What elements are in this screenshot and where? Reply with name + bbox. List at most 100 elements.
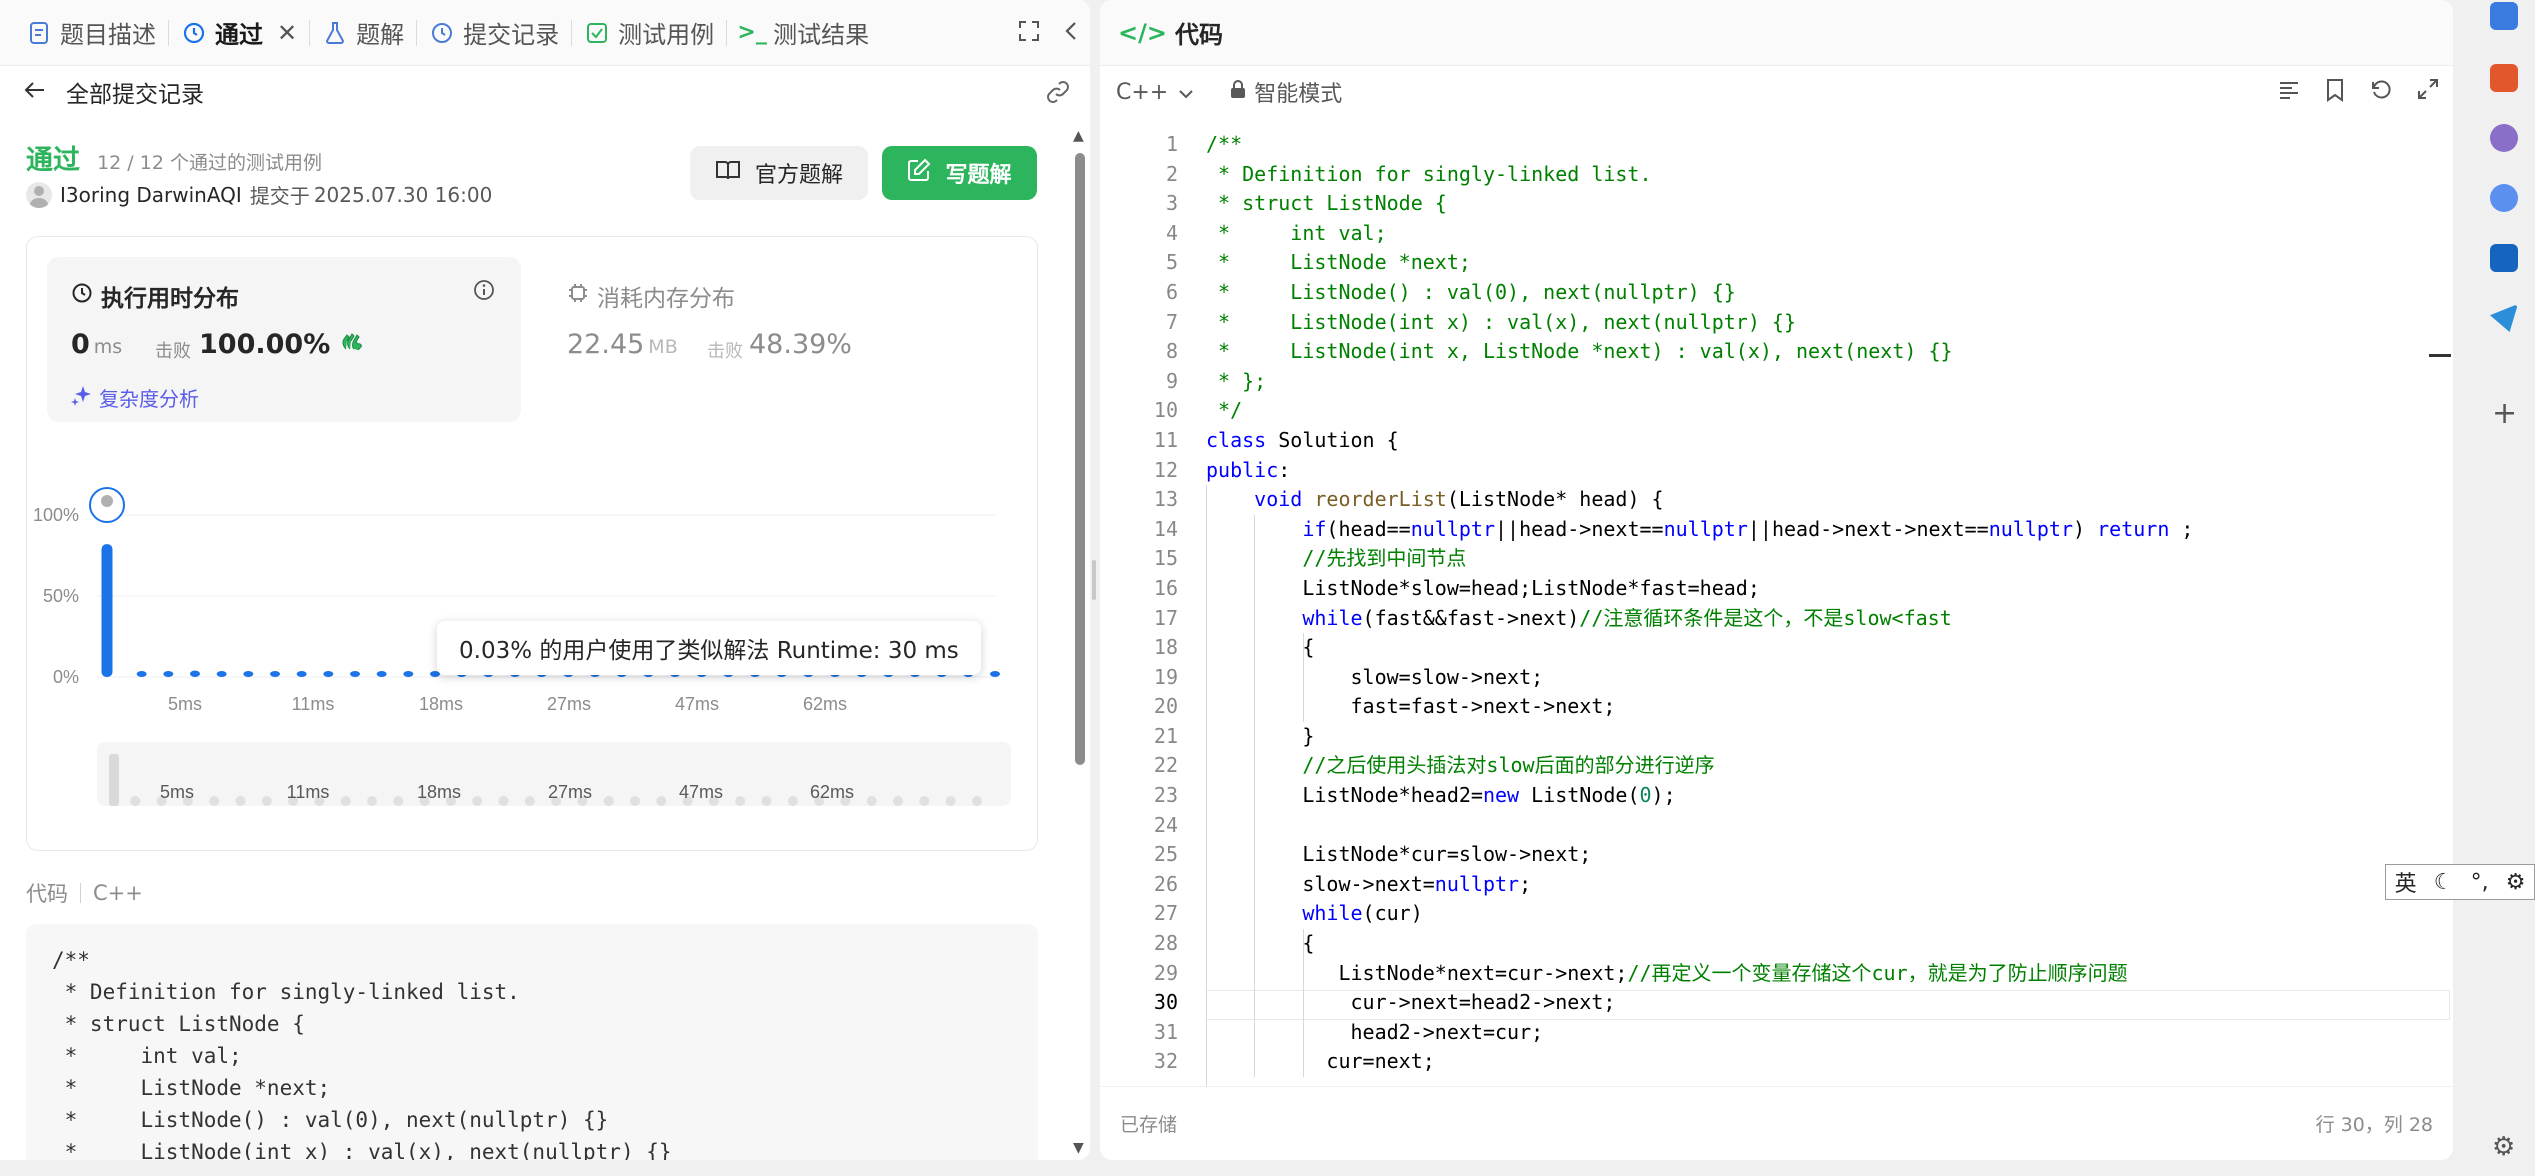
code-line[interactable]: ListNode*head2=new ListNode(0); [1206,781,2193,811]
code-line[interactable]: while(fast&&fast->next)//注意循环条件是这个，不是slo… [1206,604,2193,634]
tab-testcases[interactable]: 测试用例 [572,0,726,66]
code-line[interactable]: * ListNode *next; [1206,248,2193,278]
code-line[interactable]: class Solution { [1206,426,2193,456]
tab-submissions[interactable]: 提交记录 [417,0,571,66]
code-editor[interactable]: 1 2 3 4 5 6 7 8 9 10 11 12 13 14 15 16 17 18 19 20 21 22 23 24 2… [1100,118,2453,1086]
code-line[interactable]: * int val; [1206,219,2193,249]
code-line[interactable]: * struct ListNode { [1206,189,2193,219]
complexity-analysis-link[interactable]: 复杂度分析 [71,383,199,412]
code-line[interactable]: fast=fast->next->next; [1206,692,2193,722]
chart-navigator-handle [109,754,119,806]
gear-icon[interactable]: ⚙ [2506,870,2526,895]
clap-icon [340,329,364,360]
code-line[interactable]: /** [1206,130,2193,160]
toolbox-icon[interactable] [2490,64,2518,92]
line-number: 22 [1153,753,1178,778]
panel-resize-handle[interactable] [1092,560,1096,600]
ime-toolbar[interactable]: 英 ☾ °, ⚙ [2385,864,2535,900]
code-line[interactable]: * ListNode(int x, ListNode *next) : val(… [1206,337,2193,367]
code-line[interactable]: if(head==nullptr||head->next==nullptr||h… [1206,515,2193,545]
smart-mode-toggle[interactable]: 智能模式 [1230,76,1342,108]
code-line[interactable]: while(cur) [1206,899,2193,929]
left-tab-bar: 题目描述 通过 ✕ 题解 提交记录 测试用例 >_ 测试结果 [0,0,1090,66]
people-icon[interactable] [2490,124,2518,152]
code-line[interactable]: } [1206,722,2193,752]
info-icon[interactable] [473,279,495,305]
code-line[interactable]: ListNode*next=cur->next;//再定义一个变量存储这个cur… [1206,959,2193,989]
line-number: 28 [1153,931,1178,956]
code-line[interactable]: ListNode*cur=slow->next; [1206,840,2193,870]
editor-title[interactable]: 代码 [1175,15,1223,50]
all-submissions-link[interactable]: 全部提交记录 [66,75,204,109]
scrollbar-thumb[interactable] [1075,153,1085,765]
chart-navigator-bar [919,796,930,806]
code-line[interactable]: cur=next; [1206,1047,2193,1077]
chart-bar [403,671,414,677]
code-text[interactable]: /** * Definition for singly-linked list.… [1206,130,2193,1077]
outlook-icon[interactable] [2490,244,2518,272]
chart-bar [216,671,227,677]
code-line[interactable]: { [1206,633,2193,663]
author-name[interactable]: I3oring DarwinAQI [60,183,242,207]
send-icon[interactable] [2490,304,2518,332]
submitted-code-preview[interactable]: /** * Definition for singly-linked list.… [26,924,1038,1160]
back-row[interactable]: 全部提交记录 [0,66,1090,118]
clock-icon [71,282,93,310]
write-solution-button[interactable]: 写题解 [882,146,1037,200]
code-line[interactable] [1206,811,2193,841]
close-icon[interactable]: ✕ [277,19,297,47]
line-number: 17 [1153,605,1178,630]
tab-accepted[interactable]: 通过 ✕ [169,0,309,66]
copilot-icon[interactable] [2490,184,2518,212]
chart-bar [270,671,280,677]
line-number: 21 [1153,723,1178,748]
code-line[interactable]: //之后使用头插法对slow后面的部分进行逆序 [1206,751,2193,781]
official-solution-button[interactable]: 官方题解 [690,146,868,200]
sparkle-icon [71,384,93,411]
format-icon[interactable] [2277,78,2301,108]
memory-unit: MB [648,336,678,358]
line-number: 19 [1153,664,1178,689]
settings-icon[interactable]: ⚙ [2492,1132,2515,1162]
tab-solutions[interactable]: 题解 [310,0,416,66]
code-line[interactable]: slow=slow->next; [1206,663,2193,693]
ime-language[interactable]: 英 [2395,866,2417,898]
arrow-left-icon[interactable] [24,79,46,105]
tag-icon[interactable] [2490,2,2518,30]
moon-icon[interactable]: ☾ [2434,870,2454,895]
code-line[interactable]: cur->next=head2->next; [1206,988,2193,1018]
code-line[interactable]: head2->next=cur; [1206,1018,2193,1048]
chart-navigator-bar [603,796,614,806]
scroll-down-icon[interactable]: ▼ [1073,1140,1084,1156]
tab-test-results[interactable]: >_ 测试结果 [727,0,881,66]
code-line[interactable]: * ListNode() : val(0), next(nullptr) {} [1206,278,2193,308]
avatar[interactable] [26,181,52,208]
runtime-panel[interactable]: 执行用时分布 0 ms 击败 100.00% 复杂度分析 [47,257,521,422]
chart-navigator-bar [209,796,220,806]
add-icon[interactable]: + [2492,396,2517,431]
scroll-up-icon[interactable]: ▲ [1073,128,1084,144]
code-line[interactable]: slow->next=nullptr; [1206,870,2193,900]
link-icon[interactable] [1044,78,1072,112]
bookmark-icon[interactable] [2325,78,2345,108]
punctuation-icon[interactable]: °, [2471,870,2489,895]
scrollbar[interactable]: ▲ ▼ [1070,118,1090,1160]
language-select[interactable]: C++ [1116,80,1194,105]
code-line[interactable]: */ [1206,396,2193,426]
code-line[interactable]: void reorderList(ListNode* head) { [1206,485,2193,515]
tab-description[interactable]: 题目描述 [14,0,168,66]
expand-icon[interactable] [2417,78,2439,108]
code-line[interactable]: * }; [1206,367,2193,397]
x-tick-label: 18ms [419,694,463,714]
collapse-icon[interactable] [1064,20,1078,46]
code-line[interactable]: * ListNode(int x) : val(x), next(nullptr… [1206,308,2193,338]
memory-panel-title[interactable]: 消耗内存分布 [567,279,735,313]
code-line[interactable]: ListNode*slow=head;ListNode*fast=head; [1206,574,2193,604]
code-line[interactable]: { [1206,929,2193,959]
line-number: 29 [1153,960,1178,985]
reset-icon[interactable] [2369,78,2393,108]
code-line[interactable]: * Definition for singly-linked list. [1206,160,2193,190]
code-line[interactable]: public: [1206,456,2193,486]
fullscreen-icon[interactable] [1018,20,1040,46]
code-line[interactable]: //先找到中间节点 [1206,544,2193,574]
